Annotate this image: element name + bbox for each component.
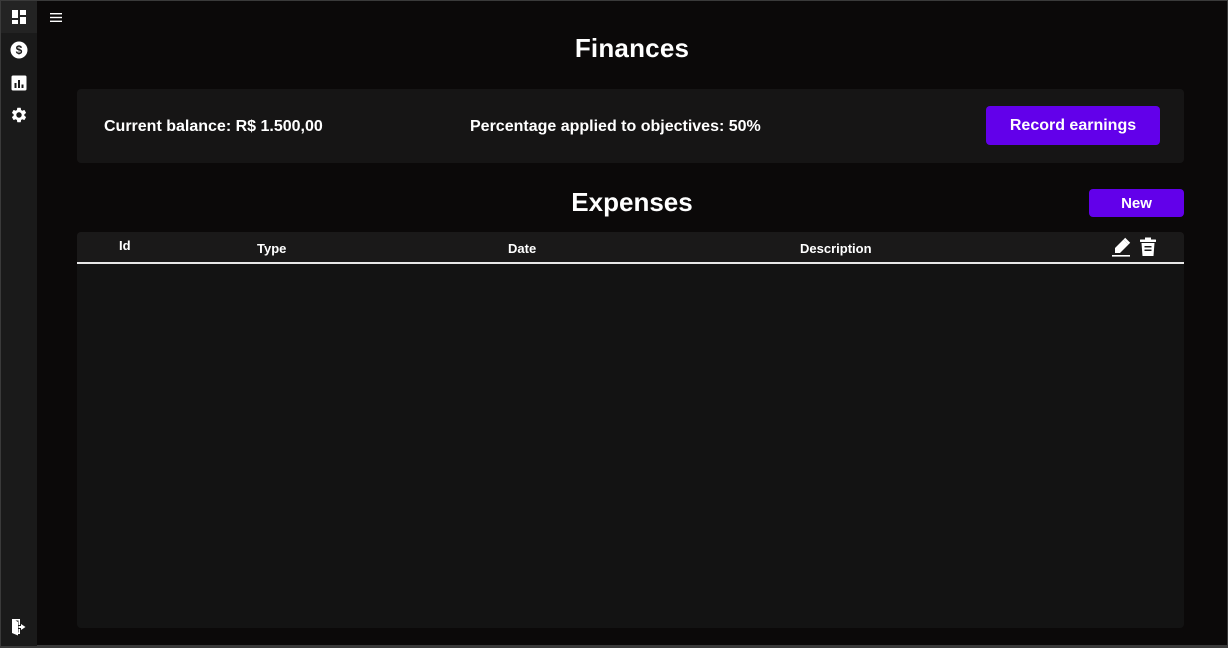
column-header-description[interactable]: Description bbox=[800, 241, 872, 256]
table-body bbox=[77, 266, 1184, 628]
page-title: Finances bbox=[574, 33, 690, 63]
column-header-id[interactable]: Id bbox=[119, 238, 131, 253]
new-expense-button[interactable]: New bbox=[1089, 189, 1184, 217]
edit-icon[interactable] bbox=[1110, 236, 1132, 258]
dollar-icon: $ bbox=[10, 41, 28, 59]
menu-icon bbox=[50, 9, 62, 27]
column-header-type[interactable]: Type bbox=[257, 241, 286, 256]
app-window: $ Finances Current balance: R$ 1.500,00 … bbox=[0, 0, 1228, 648]
sidebar-item-settings[interactable] bbox=[1, 99, 37, 131]
current-balance: Current balance: R$ 1.500,00 bbox=[104, 118, 323, 135]
balance-summary-card: Current balance: R$ 1.500,00 Percentage … bbox=[77, 89, 1184, 163]
logout-icon bbox=[10, 618, 28, 636]
logout-button[interactable] bbox=[1, 611, 37, 643]
sidebar-item-finances[interactable]: $ bbox=[1, 34, 37, 66]
dashboard-icon bbox=[11, 9, 27, 25]
sidebar-item-dashboard[interactable] bbox=[1, 1, 37, 33]
gear-icon bbox=[10, 106, 28, 124]
menu-toggle-button[interactable] bbox=[47, 9, 65, 27]
sidebar-item-reports[interactable] bbox=[1, 67, 37, 99]
column-header-date[interactable]: Date bbox=[508, 241, 536, 256]
sidebar: $ bbox=[1, 1, 37, 646]
expenses-title: Expenses bbox=[571, 187, 693, 217]
bar-chart-icon bbox=[11, 75, 27, 91]
objectives-percentage: Percentage applied to objectives: 50% bbox=[470, 118, 761, 135]
svg-text:$: $ bbox=[16, 43, 23, 57]
trash-icon[interactable] bbox=[1137, 236, 1159, 258]
expenses-table: Id Type Date Description bbox=[77, 232, 1184, 628]
record-earnings-button[interactable]: Record earnings bbox=[986, 106, 1160, 145]
table-header: Id Type Date Description bbox=[77, 232, 1184, 264]
